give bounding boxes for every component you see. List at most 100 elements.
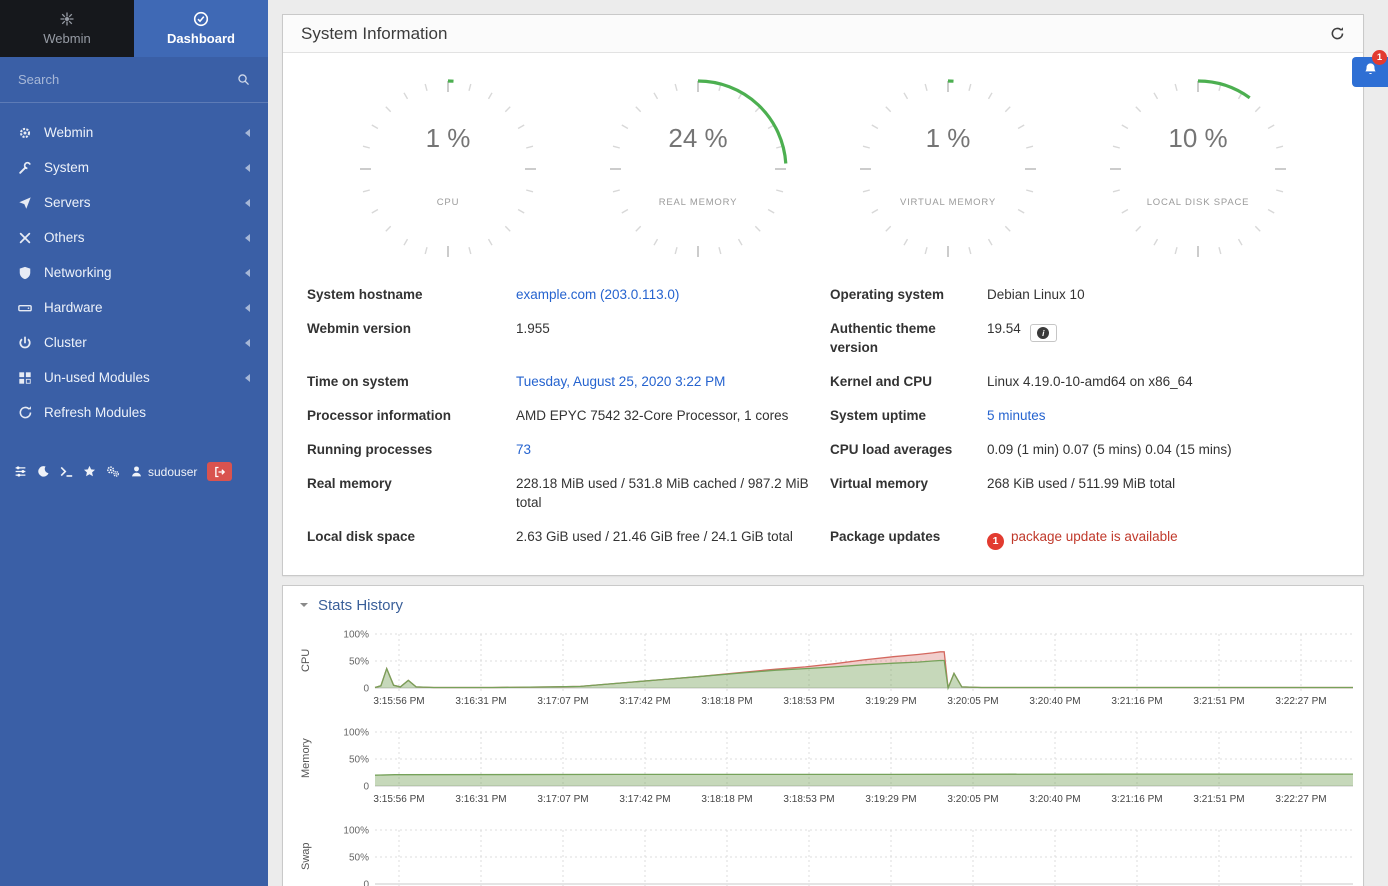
stats-charts: CPU100%50%03:15:56 PM3:16:31 PM3:17:07 P…: [283, 624, 1363, 886]
sidebar-item-refresh-modules[interactable]: Refresh Modules: [0, 395, 268, 430]
modules-icon: [18, 371, 44, 385]
sidebar-item-cluster[interactable]: Cluster: [0, 325, 268, 360]
shield-icon: [18, 266, 44, 280]
stats-history-title: Stats History: [318, 597, 403, 614]
dashboard-check-icon: [193, 11, 209, 27]
svg-text:3:16:31 PM: 3:16:31 PM: [455, 794, 506, 805]
info-value-time-on-system[interactable]: Tuesday, August 25, 2020 3:22 PM: [516, 364, 830, 398]
svg-text:3:22:27 PM: 3:22:27 PM: [1275, 794, 1326, 805]
logout-button[interactable]: [207, 462, 232, 481]
svg-text:3:20:05 PM: 3:20:05 PM: [947, 696, 998, 707]
username-label: sudouser: [148, 465, 197, 479]
info-icon: i: [1037, 327, 1049, 339]
svg-text:0: 0: [363, 684, 369, 695]
collapse-caret-icon: [299, 600, 309, 610]
svg-text:3:21:16 PM: 3:21:16 PM: [1111, 696, 1162, 707]
info-label-package-updates: Package updates: [830, 519, 987, 557]
system-information-panel: System Information 1 %CPU24 %REAL MEMORY…: [282, 14, 1364, 576]
sidebar-item-system[interactable]: System: [0, 150, 268, 185]
user-button[interactable]: sudouser: [130, 465, 197, 479]
svg-text:3:21:51 PM: 3:21:51 PM: [1193, 696, 1244, 707]
chevron-left-icon: [245, 304, 250, 312]
info-text: Linux 4.19.0-10-amd64 on x86_64: [987, 374, 1193, 389]
svg-text:3:20:05 PM: 3:20:05 PM: [947, 794, 998, 805]
stats-history-header[interactable]: Stats History: [283, 586, 1363, 624]
webmin-app: Webmin Dashboard WebminSystemServersOthe…: [0, 0, 1388, 886]
info-link[interactable]: 5 minutes: [987, 408, 1046, 423]
refresh-icon[interactable]: [1330, 26, 1345, 41]
chart-memory: Memory100%50%03:15:56 PM3:16:31 PM3:17:0…: [295, 726, 1363, 816]
svg-text:3:18:53 PM: 3:18:53 PM: [783, 696, 834, 707]
info-text: 19.54: [987, 321, 1021, 336]
search-input[interactable]: [18, 72, 237, 87]
svg-text:0: 0: [363, 782, 369, 793]
night-mode-button[interactable]: [37, 465, 50, 478]
chart-canvas: 100%50%03:15:56 PM3:16:31 PM3:17:07 PM3:…: [317, 726, 1363, 816]
info-link[interactable]: Tuesday, August 25, 2020 3:22 PM: [516, 374, 725, 389]
theme-settings-button[interactable]: [106, 465, 120, 478]
svg-text:3:20:40 PM: 3:20:40 PM: [1029, 696, 1080, 707]
chart-axis-label: Swap: [295, 824, 317, 886]
sidebar-item-hardware[interactable]: Hardware: [0, 290, 268, 325]
theme-info-button[interactable]: i: [1030, 324, 1057, 342]
sidebar-item-label: Servers: [44, 195, 245, 210]
info-value-system-hostname[interactable]: example.com (203.0.113.0): [516, 277, 830, 311]
svg-text:50%: 50%: [349, 853, 369, 864]
bell-icon: [1363, 62, 1378, 82]
sidebar-tabs: Webmin Dashboard: [0, 0, 268, 57]
page-title: System Information: [301, 24, 447, 44]
svg-text:0: 0: [363, 880, 369, 886]
sidebar-item-others[interactable]: Others: [0, 220, 268, 255]
gauge-value: 1 %: [926, 123, 971, 153]
info-label-operating-system: Operating system: [830, 277, 987, 311]
favorites-button[interactable]: [83, 465, 96, 478]
info-text: AMD EPYC 7542 32-Core Processor, 1 cores: [516, 408, 788, 423]
gauges: 1 %CPU24 %REAL MEMORY1 %VIRTUAL MEMORY10…: [283, 53, 1363, 269]
notifications-button[interactable]: 1: [1352, 57, 1388, 87]
sidebar-item-label: Refresh Modules: [44, 405, 250, 420]
info-value-cpu-load-averages: 0.09 (1 min) 0.07 (5 mins) 0.04 (15 mins…: [987, 432, 1339, 466]
info-label-system-hostname: System hostname: [307, 277, 516, 311]
info-text: 0.09 (1 min) 0.07 (5 mins) 0.04 (15 mins…: [987, 442, 1232, 457]
tab-dashboard[interactable]: Dashboard: [134, 0, 268, 57]
sliders-button[interactable]: [14, 465, 27, 478]
info-value-kernel-and-cpu: Linux 4.19.0-10-amd64 on x86_64: [987, 364, 1339, 398]
svg-text:3:19:29 PM: 3:19:29 PM: [865, 794, 916, 805]
info-value-running-processes[interactable]: 73: [516, 432, 830, 466]
info-value-system-uptime[interactable]: 5 minutes: [987, 398, 1339, 432]
user-icon: [130, 465, 143, 478]
svg-text:100%: 100%: [343, 728, 369, 739]
info-label-real-memory: Real memory: [307, 466, 516, 519]
search-icon[interactable]: [237, 73, 250, 86]
sidebar-item-servers[interactable]: Servers: [0, 185, 268, 220]
info-value-package-updates[interactable]: 1 package update is available: [987, 519, 1339, 557]
svg-text:100%: 100%: [343, 826, 369, 837]
svg-text:3:21:16 PM: 3:21:16 PM: [1111, 794, 1162, 805]
sidebar-item-label: Hardware: [44, 300, 245, 315]
svg-text:3:17:07 PM: 3:17:07 PM: [537, 696, 588, 707]
info-label-system-uptime: System uptime: [830, 398, 987, 432]
info-link[interactable]: package update is available: [1011, 529, 1178, 544]
svg-text:3:16:31 PM: 3:16:31 PM: [455, 696, 506, 707]
info-link[interactable]: example.com (203.0.113.0): [516, 287, 679, 302]
terminal-button[interactable]: [60, 465, 73, 478]
info-label-authentic-theme-version: Authentic theme version: [830, 311, 987, 364]
info-label-webmin-version: Webmin version: [307, 311, 516, 364]
tab-webmin[interactable]: Webmin: [0, 0, 134, 57]
info-text: 268 KiB used / 511.99 MiB total: [987, 476, 1175, 491]
svg-text:100%: 100%: [343, 630, 369, 641]
gauge-value: 10 %: [1168, 123, 1227, 153]
chart-swap: Swap100%50%03:15:56 PM3:16:31 PM3:17:07 …: [295, 824, 1363, 886]
panel-header: System Information: [283, 15, 1363, 53]
sidebar-item-un-used-modules[interactable]: Un-used Modules: [0, 360, 268, 395]
stats-history-panel: Stats History CPU100%50%03:15:56 PM3:16:…: [282, 585, 1364, 886]
chart-axis-label: Memory: [295, 726, 317, 790]
sidebar-menu: WebminSystem Servers OthersNetworking Hardw…: [0, 103, 268, 430]
info-link[interactable]: 73: [516, 442, 531, 457]
info-value-webmin-version: 1.955: [516, 311, 830, 364]
gears-icon: [106, 465, 120, 478]
update-count-badge: 1: [987, 533, 1004, 550]
sidebar-item-networking[interactable]: Networking: [0, 255, 268, 290]
tab-webmin-label: Webmin: [43, 31, 90, 46]
sidebar-item-webmin[interactable]: Webmin: [0, 115, 268, 150]
